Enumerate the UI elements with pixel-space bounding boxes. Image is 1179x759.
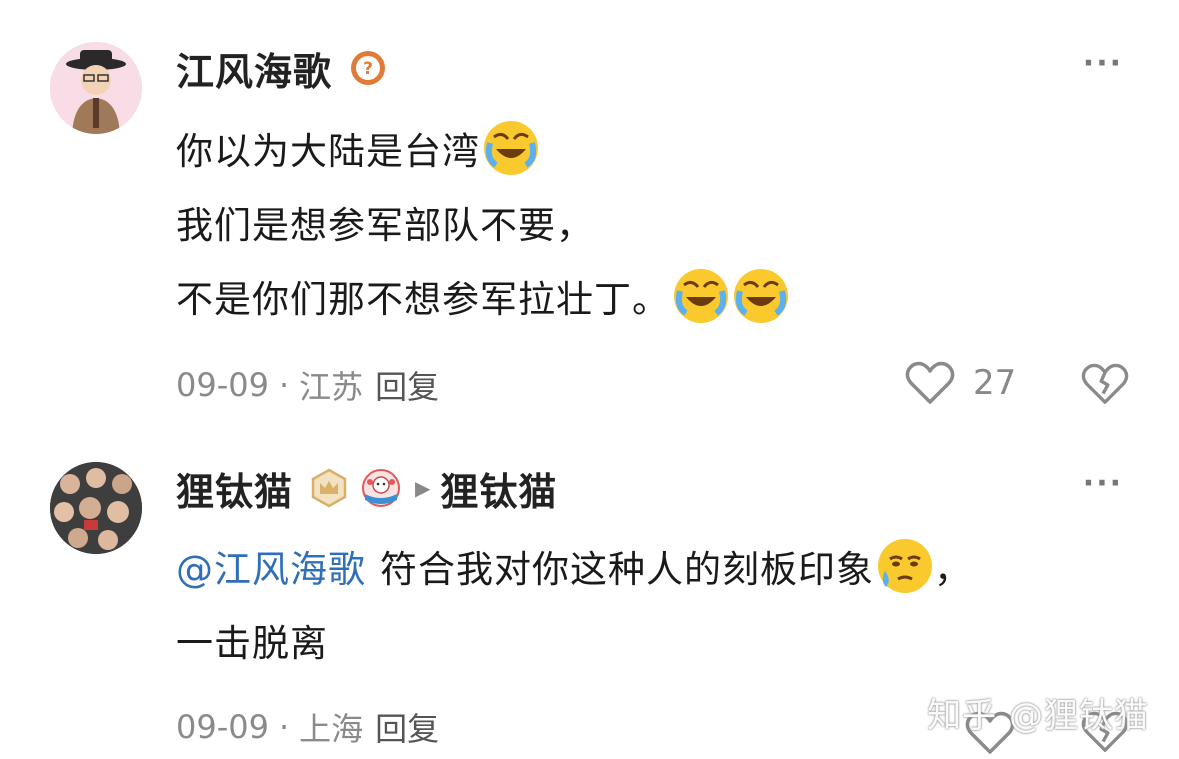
- like-button[interactable]: 27: [905, 360, 1016, 406]
- comment-date: 09-09: [176, 708, 269, 746]
- comment-text: 我们是想参军部队不要，: [176, 204, 594, 247]
- broken-heart-icon: [1081, 363, 1129, 404]
- reply-button[interactable]: 回复: [375, 362, 439, 408]
- more-options-icon[interactable]: ···: [1083, 466, 1123, 501]
- reply-arrow-icon: ▶: [415, 476, 431, 500]
- crown-badge-icon[interactable]: [309, 468, 349, 508]
- comment-text-tail: ，: [934, 548, 972, 591]
- avatar[interactable]: [50, 42, 142, 134]
- author-row: 江风海歌 ?: [176, 40, 388, 96]
- comment-1: 江风海歌 ? ··· 你以为大陆是台湾 我们是想参军部队不要， 不是你们那不想参…: [0, 0, 1179, 430]
- like-count: 27: [973, 363, 1017, 403]
- sad-tear-emoji-icon: [876, 537, 934, 595]
- mascot-badge-icon[interactable]: [361, 468, 401, 508]
- comment-meta: 09-09 · 上海 回复: [176, 702, 439, 752]
- heart-icon: [905, 361, 955, 404]
- laugh-cry-emoji-icon: [672, 267, 730, 325]
- comment-line: 你以为大陆是台湾: [176, 118, 540, 178]
- author-name[interactable]: 狸钛猫: [176, 461, 293, 516]
- comment-line: 不是你们那不想参军拉壮丁。: [176, 266, 790, 326]
- comment-meta: 09-09 · 江苏 回复: [176, 360, 439, 410]
- more-options-icon[interactable]: ···: [1083, 46, 1123, 81]
- comment-line: @江风海歌 符合我对你这种人的刻板印象 ，: [176, 536, 972, 596]
- comment-text: 一击脱离: [176, 622, 328, 665]
- comment-location: 上海: [299, 710, 364, 748]
- question-badge-icon[interactable]: ?: [348, 48, 388, 88]
- comment-date: 09-09: [176, 366, 269, 404]
- laugh-cry-emoji-icon: [482, 119, 540, 177]
- author-name[interactable]: 江风海歌: [176, 41, 332, 96]
- mention-link[interactable]: @江风海歌: [176, 539, 366, 593]
- comment-text: 符合我对你这种人的刻板印象: [380, 548, 874, 591]
- comment-line: 一击脱离: [176, 610, 328, 670]
- watermark: 知乎 @狸钛猫: [927, 696, 1149, 736]
- comment-text: 你以为大陆是台湾: [176, 130, 480, 173]
- meta-separator: ·: [278, 708, 290, 746]
- comment-text: 不是你们那不想参军拉壮丁。: [176, 278, 670, 321]
- author-row: 狸钛猫 ▶ 狸钛猫: [176, 460, 557, 516]
- meta-separator: ·: [278, 366, 290, 404]
- svg-text:?: ?: [363, 59, 373, 79]
- comment-location: 江苏: [299, 368, 364, 406]
- reply-to-name[interactable]: 狸钛猫: [440, 461, 557, 516]
- avatar[interactable]: [50, 462, 142, 554]
- laugh-cry-emoji-icon: [732, 267, 790, 325]
- dislike-button[interactable]: [1081, 362, 1129, 406]
- comment-line: 我们是想参军部队不要，: [176, 192, 594, 252]
- reply-button[interactable]: 回复: [375, 704, 439, 750]
